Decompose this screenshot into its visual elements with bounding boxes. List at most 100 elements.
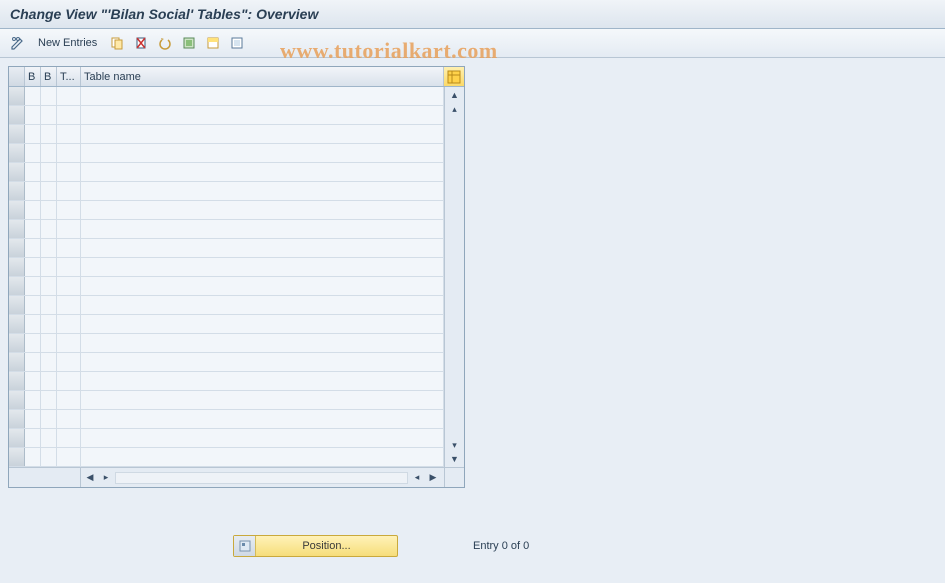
cell-b1[interactable] (25, 429, 41, 447)
vertical-scrollbar[interactable]: ▲ ▴ ▾ ▼ (444, 87, 464, 467)
table-row[interactable] (9, 163, 444, 182)
cell-t[interactable] (57, 429, 81, 447)
row-selector[interactable] (9, 391, 25, 409)
cell-b2[interactable] (41, 87, 57, 105)
grid-header-selector[interactable] (9, 67, 25, 86)
cell-b2[interactable] (41, 182, 57, 200)
table-row[interactable] (9, 429, 444, 448)
cell-table-name[interactable] (81, 258, 444, 276)
scroll-down-button[interactable]: ▼ (448, 452, 462, 466)
cell-b1[interactable] (25, 277, 41, 295)
table-row[interactable] (9, 372, 444, 391)
copy-as-button[interactable] (107, 33, 127, 53)
cell-table-name[interactable] (81, 125, 444, 143)
cell-table-name[interactable] (81, 315, 444, 333)
cell-table-name[interactable] (81, 296, 444, 314)
cell-t[interactable] (57, 182, 81, 200)
grid-header-b2[interactable]: B (41, 67, 57, 86)
cell-t[interactable] (57, 372, 81, 390)
grid-header-b1[interactable]: B (25, 67, 41, 86)
cell-t[interactable] (57, 334, 81, 352)
cell-t[interactable] (57, 106, 81, 124)
cell-table-name[interactable] (81, 410, 444, 428)
cell-t[interactable] (57, 315, 81, 333)
table-row[interactable] (9, 353, 444, 372)
cell-b2[interactable] (41, 125, 57, 143)
row-selector[interactable] (9, 372, 25, 390)
cell-t[interactable] (57, 239, 81, 257)
cell-b1[interactable] (25, 315, 41, 333)
cell-b2[interactable] (41, 372, 57, 390)
cell-b1[interactable] (25, 448, 41, 466)
scroll-left-step-button[interactable]: ▸ (99, 471, 113, 485)
cell-b2[interactable] (41, 106, 57, 124)
cell-table-name[interactable] (81, 163, 444, 181)
row-selector[interactable] (9, 277, 25, 295)
deselect-all-button[interactable] (227, 33, 247, 53)
scroll-left-button[interactable]: ◀ (83, 471, 97, 485)
cell-b1[interactable] (25, 410, 41, 428)
cell-t[interactable] (57, 220, 81, 238)
cell-b1[interactable] (25, 334, 41, 352)
row-selector[interactable] (9, 429, 25, 447)
row-selector[interactable] (9, 315, 25, 333)
position-button[interactable]: Position... (233, 535, 398, 557)
table-row[interactable] (9, 220, 444, 239)
cell-b2[interactable] (41, 239, 57, 257)
cell-table-name[interactable] (81, 372, 444, 390)
cell-b2[interactable] (41, 277, 57, 295)
hscroll-track[interactable] (115, 472, 408, 484)
delete-button[interactable] (131, 33, 151, 53)
table-row[interactable] (9, 448, 444, 467)
table-row[interactable] (9, 296, 444, 315)
row-selector[interactable] (9, 410, 25, 428)
cell-table-name[interactable] (81, 429, 444, 447)
grid-config-button[interactable] (444, 67, 464, 86)
table-row[interactable] (9, 201, 444, 220)
table-row[interactable] (9, 315, 444, 334)
cell-b2[interactable] (41, 391, 57, 409)
cell-t[interactable] (57, 87, 81, 105)
table-row[interactable] (9, 125, 444, 144)
cell-t[interactable] (57, 144, 81, 162)
cell-b1[interactable] (25, 391, 41, 409)
undo-change-button[interactable] (155, 33, 175, 53)
row-selector[interactable] (9, 182, 25, 200)
row-selector[interactable] (9, 125, 25, 143)
table-row[interactable] (9, 410, 444, 429)
scroll-down-step-button[interactable]: ▾ (448, 438, 462, 452)
cell-table-name[interactable] (81, 87, 444, 105)
row-selector[interactable] (9, 163, 25, 181)
table-row[interactable] (9, 391, 444, 410)
table-row[interactable] (9, 239, 444, 258)
row-selector[interactable] (9, 106, 25, 124)
grid-header-table-name[interactable]: Table name (81, 67, 444, 86)
cell-b2[interactable] (41, 258, 57, 276)
select-block-button[interactable] (203, 33, 223, 53)
select-all-button[interactable] (179, 33, 199, 53)
new-entries-button[interactable]: New Entries (32, 35, 103, 51)
horizontal-scrollbar[interactable]: ◀ ▸ ◂ ▶ (81, 468, 444, 487)
scroll-up-step-button[interactable]: ▴ (448, 102, 462, 116)
cell-t[interactable] (57, 391, 81, 409)
scroll-right-button[interactable]: ▶ (426, 471, 440, 485)
cell-table-name[interactable] (81, 448, 444, 466)
cell-t[interactable] (57, 448, 81, 466)
cell-b2[interactable] (41, 144, 57, 162)
cell-b2[interactable] (41, 201, 57, 219)
cell-table-name[interactable] (81, 391, 444, 409)
table-row[interactable] (9, 144, 444, 163)
row-selector[interactable] (9, 296, 25, 314)
cell-t[interactable] (57, 353, 81, 371)
cell-t[interactable] (57, 201, 81, 219)
cell-b1[interactable] (25, 182, 41, 200)
cell-table-name[interactable] (81, 220, 444, 238)
row-selector[interactable] (9, 220, 25, 238)
cell-table-name[interactable] (81, 334, 444, 352)
cell-b2[interactable] (41, 296, 57, 314)
grid-header-t[interactable]: T... (57, 67, 81, 86)
cell-b1[interactable] (25, 239, 41, 257)
cell-b2[interactable] (41, 315, 57, 333)
cell-table-name[interactable] (81, 277, 444, 295)
cell-b2[interactable] (41, 448, 57, 466)
